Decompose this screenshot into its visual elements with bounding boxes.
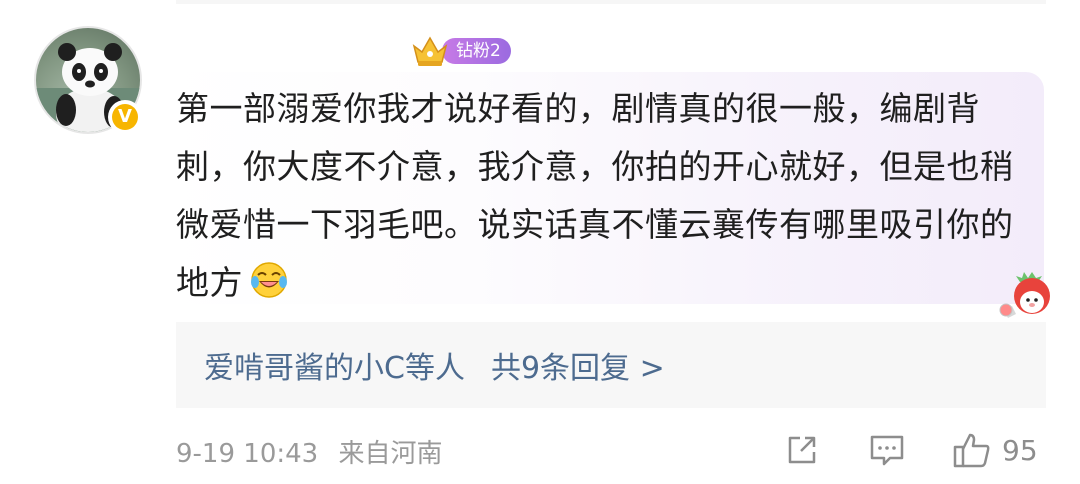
reply-count-link[interactable]: 共9条回复 > — [491, 343, 665, 387]
comment-button[interactable] — [868, 430, 906, 470]
crown-icon — [412, 36, 448, 66]
share-button[interactable] — [784, 430, 820, 470]
comment-icon — [870, 435, 904, 466]
comment-card: V 钻粉2 第一部溺爱你我才说好看的，剧情真的很一般，编剧背刺，你大度不介意，我… — [0, 0, 1080, 484]
avatar[interactable]: V — [34, 26, 142, 134]
strawberry-sticker-icon — [999, 272, 1050, 318]
fan-level-label: 钻粉2 — [442, 38, 511, 64]
verified-badge: V — [108, 100, 142, 134]
like-count: 95 — [1002, 433, 1038, 467]
comment-time: 9-19 10:43 — [176, 439, 319, 469]
divider — [176, 0, 1046, 4]
like-icon — [953, 433, 990, 468]
comment-body: 第一部溺爱你我才说好看的，剧情真的很一般，编剧背刺，你大度不介意，我介意，你拍的… — [176, 89, 1014, 302]
comment-meta: 9-19 10:43 来自河南 — [176, 433, 442, 470]
replies-preview[interactable]: 爱啃哥酱的小C等人 共9条回复 > — [176, 322, 1046, 408]
reply-users[interactable]: 爱啃哥酱的小C等人 — [204, 343, 465, 387]
like-button[interactable]: 95 — [952, 430, 1038, 470]
comment-location: 来自河南 — [338, 439, 443, 469]
comment-text: 第一部溺爱你我才说好看的，剧情真的很一般，编剧背刺，你大度不介意，我介意，你拍的… — [176, 80, 1016, 312]
fan-badge[interactable]: 钻粉2 — [410, 36, 511, 66]
verified-icon: V — [112, 104, 138, 130]
laughing-crying-emoji-icon — [251, 262, 287, 298]
share-icon — [788, 436, 816, 464]
